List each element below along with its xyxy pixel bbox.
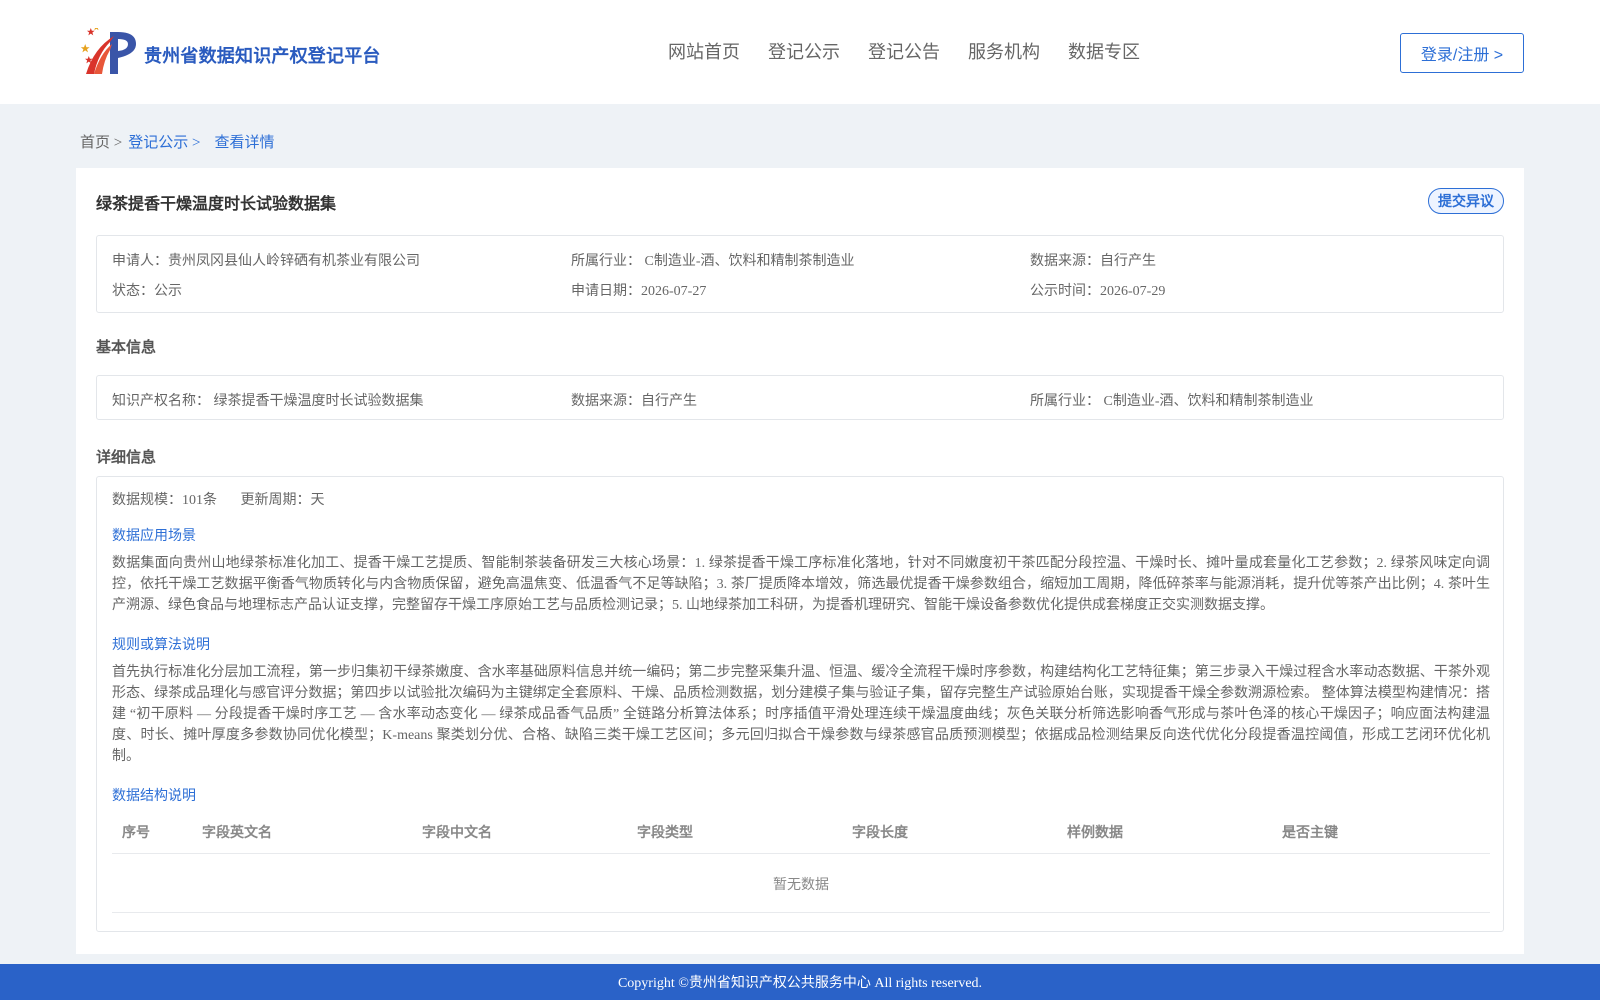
basic-industry: 所属行业： C制造业-酒、饮料和精制茶制造业 — [1030, 394, 1314, 409]
col-english-name[interactable]: 字段英文名 — [202, 822, 272, 842]
data-source: 数据来源：自行产生 — [1030, 254, 1156, 269]
summary-row-2: 状态：公示 申请日期：2026-07-27 公示时间：2026-07-29 — [112, 280, 1492, 300]
breadcrumb-home[interactable]: 首页 > — [80, 131, 122, 152]
col-chinese-name[interactable]: 字段中文名 — [422, 822, 492, 842]
login-register-button[interactable]: 登录/注册 > — [1400, 33, 1524, 73]
platform-logo-icon[interactable] — [80, 28, 138, 78]
data-scale: 数据规模：101条 — [112, 493, 217, 508]
industry: 所属行业： C制造业-酒、饮料和精制茶制造业 — [571, 254, 855, 269]
breadcrumb: 首页 > 登记公示 > 查看详情 — [80, 131, 280, 152]
basic-info-box: 知识产权名称： 绿茶提香干燥温度时长试验数据集 数据来源：自行产生 所属行业： … — [96, 375, 1504, 420]
detail-card: 绿茶提香干燥温度时长试验数据集 提交异议 申请人：贵州凤冈县仙人岭锌硒有机茶业有… — [76, 168, 1524, 954]
site-footer: Copyright ©贵州省知识产权公共服务中心 All rights rese… — [0, 964, 1600, 1000]
col-index[interactable]: 序号 — [122, 822, 150, 842]
basic-data-source: 数据来源：自行产生 — [571, 394, 697, 409]
structure-table-header: 序号 字段英文名 字段中文名 字段类型 字段长度 样例数据 是否主键 — [112, 814, 1490, 854]
scale-line: 数据规模：101条 更新周期：天 — [112, 489, 345, 509]
col-field-type[interactable]: 字段类型 — [637, 822, 693, 842]
ip-name: 知识产权名称： 绿茶提香干燥温度时长试验数据集 — [112, 394, 424, 409]
scenario-title: 数据应用场景 — [112, 529, 196, 544]
status: 状态：公示 — [112, 284, 182, 299]
main-nav: 网站首页 登记公示 登记公告 服务机构 数据专区 — [668, 38, 1168, 64]
summary-box: 申请人：贵州凤冈县仙人岭锌硒有机茶业有限公司 所属行业： C制造业-酒、饮料和精… — [96, 235, 1504, 313]
structure-title: 数据结构说明 — [112, 789, 196, 804]
detail-info-box: 数据规模：101条 更新周期：天 数据应用场景 数据集面向贵州山地绿茶标准化加工… — [96, 476, 1504, 932]
basic-row: 知识产权名称： 绿茶提香干燥温度时长试验数据集 数据来源：自行产生 所属行业： … — [112, 390, 1492, 410]
nav-home[interactable]: 网站首页 — [668, 38, 740, 64]
breadcrumb-current: 查看详情 — [214, 135, 275, 151]
platform-name[interactable]: 贵州省数据知识产权登记平台 — [144, 42, 381, 68]
applicant: 申请人：贵州凤冈县仙人岭锌硒有机茶业有限公司 — [112, 254, 420, 269]
detail-info-title: 详细信息 — [96, 449, 157, 466]
basic-info-title: 基本信息 — [96, 339, 157, 356]
submit-objection-button[interactable]: 提交异议 — [1428, 188, 1504, 214]
breadcrumb-section[interactable]: 登记公示 > — [128, 131, 200, 152]
nav-service-agencies[interactable]: 服务机构 — [968, 38, 1040, 64]
col-field-length[interactable]: 字段长度 — [852, 822, 908, 842]
col-primary-key[interactable]: 是否主键 — [1282, 822, 1338, 842]
algorithm-title: 规则或算法说明 — [112, 638, 210, 653]
nav-registration-notice[interactable]: 登记公告 — [868, 38, 940, 64]
site-header: 贵州省数据知识产权登记平台 网站首页 登记公示 登记公告 服务机构 数据专区 登… — [0, 0, 1600, 104]
summary-row-1: 申请人：贵州凤冈县仙人岭锌硒有机茶业有限公司 所属行业： C制造业-酒、饮料和精… — [112, 250, 1492, 270]
publish-date: 公示时间：2026-07-29 — [1030, 284, 1166, 299]
update-cycle: 更新周期：天 — [240, 493, 325, 508]
page-title: 绿茶提香干燥温度时长试验数据集 — [96, 196, 337, 213]
algorithm-text: 首先执行标准化分层加工流程，第一步归集初干绿茶嫩度、含水率基础原料信息并统一编码… — [112, 665, 1490, 764]
scenario-text: 数据集面向贵州山地绿茶标准化加工、提香干燥工艺提质、智能制茶装备研发三大核心场景… — [112, 556, 1490, 613]
col-sample-data[interactable]: 样例数据 — [1067, 822, 1123, 842]
table-empty-state: 暂无数据 — [112, 855, 1490, 913]
nav-data-zone[interactable]: 数据专区 — [1068, 38, 1140, 64]
apply-date: 申请日期：2026-07-27 — [571, 284, 707, 299]
nav-registration-public[interactable]: 登记公示 — [768, 38, 840, 64]
